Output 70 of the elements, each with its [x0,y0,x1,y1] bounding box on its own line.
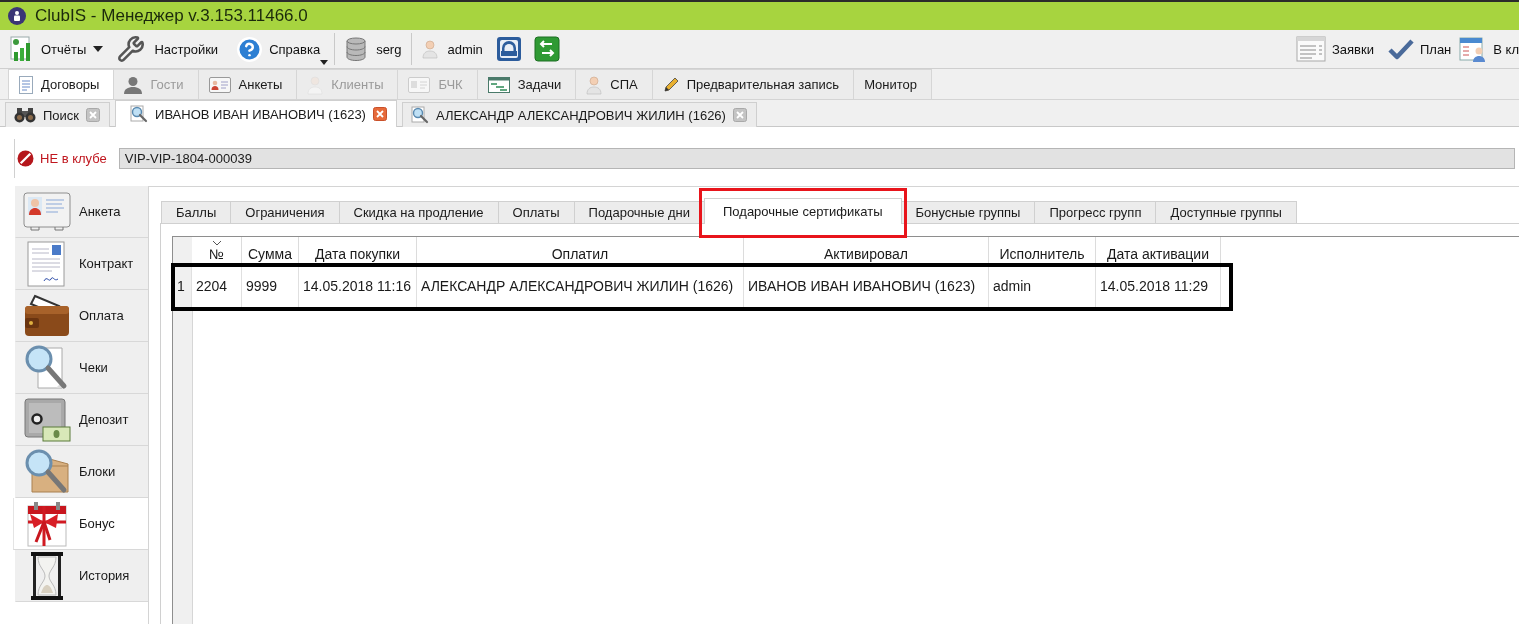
user-icon [586,74,603,95]
safe-icon [23,396,71,443]
tab[interactable]: Баллы [161,201,232,223]
card-icon [408,76,431,93]
caret-icon [320,60,329,65]
tab[interactable]: Бонусные группы [900,201,1036,223]
lock-icon [495,36,522,62]
table-cell: 2204 [192,265,242,307]
checkmark-icon [1387,38,1414,60]
tab[interactable]: Монитор [853,69,933,99]
tab[interactable]: Скидка на продление [338,201,499,223]
gantt-chart-icon [487,76,510,93]
document-tab[interactable]: ИВАНОВ ИВАН ИВАНОВИЧ (1623) [115,100,397,127]
list-icon [1295,36,1326,62]
caret-icon [93,46,104,52]
user-icon [422,39,439,59]
id-card-icon [208,76,231,93]
app-logo-icon [8,7,26,25]
sidebar-item[interactable]: Анкета [15,186,148,238]
sidebar-item[interactable]: Чеки [15,342,148,394]
card-number-field[interactable]: VIP-VIP-1804-000039 [118,148,1515,169]
tab[interactable]: Подарочные дни [573,201,705,223]
toolbar-button[interactable]: Отчёты [4,31,110,67]
close-icon[interactable] [86,108,101,122]
club-status: НЕ в клубе [40,151,107,166]
document-tab[interactable]: Поиск [5,102,111,127]
tab[interactable]: Ограничения [230,201,340,223]
tab[interactable]: Анкеты [197,69,298,99]
sidebar-item[interactable]: Оплата [15,290,148,342]
toolbar-button[interactable]: В кл [1459,31,1519,67]
binoculars-icon [14,107,36,123]
sidebar-item[interactable]: Контракт [15,238,148,290]
tab[interactable]: СПА [575,69,653,99]
column-header[interactable]: № [192,237,242,265]
arrows-icon [533,36,560,62]
close-icon[interactable] [732,108,747,122]
calendar-user-icon [1459,35,1488,63]
magnifier-icon [410,106,429,124]
toolbar-button[interactable]: serg [339,31,408,67]
sidebar-item[interactable]: Блоки [15,446,148,498]
database-icon [345,37,368,61]
tab[interactable]: Подарочные сертификаты [704,198,902,224]
wrench-icon [117,35,146,63]
sidebar-item[interactable]: Бонус [13,498,148,550]
box-magnifier-icon [24,447,70,496]
gift-icon [24,499,70,548]
document-icon [19,75,33,94]
toolbar-button[interactable]: Настройки [111,31,225,67]
tab[interactable]: Предварительная запись [651,69,855,99]
pencil-icon [662,76,679,93]
tab[interactable]: Доступные группы [1155,201,1297,223]
toolbar-button[interactable]: Справка [226,31,331,67]
tab[interactable]: Договоры [8,69,115,99]
magnifier-icon [130,105,149,123]
sidebar-item[interactable]: История [15,550,148,602]
wallet-icon [23,293,71,338]
tab[interactable]: Прогресс групп [1034,201,1157,223]
sidebar-item[interactable]: Депозит [15,394,148,446]
id-card-icon [23,191,71,232]
toolbar-button[interactable]: Заявки [1289,31,1380,67]
toolbar-button[interactable]: admin [416,31,489,67]
close-icon[interactable] [372,107,387,121]
tab[interactable]: Оплаты [497,201,575,223]
user-silhouette-icon [124,75,143,94]
contract-document-icon [27,240,67,287]
document-tab[interactable]: АЛЕКСАНДР АЛЕКСАНДРОВИЧ ЖИЛИН (1626) [401,102,757,127]
toolbar-button[interactable]: План [1381,31,1458,67]
window-title: ClubIS - Менеджер v.3.153.11466.0 [35,6,308,26]
tab[interactable]: Задачи [476,69,577,99]
help-icon [236,35,264,63]
